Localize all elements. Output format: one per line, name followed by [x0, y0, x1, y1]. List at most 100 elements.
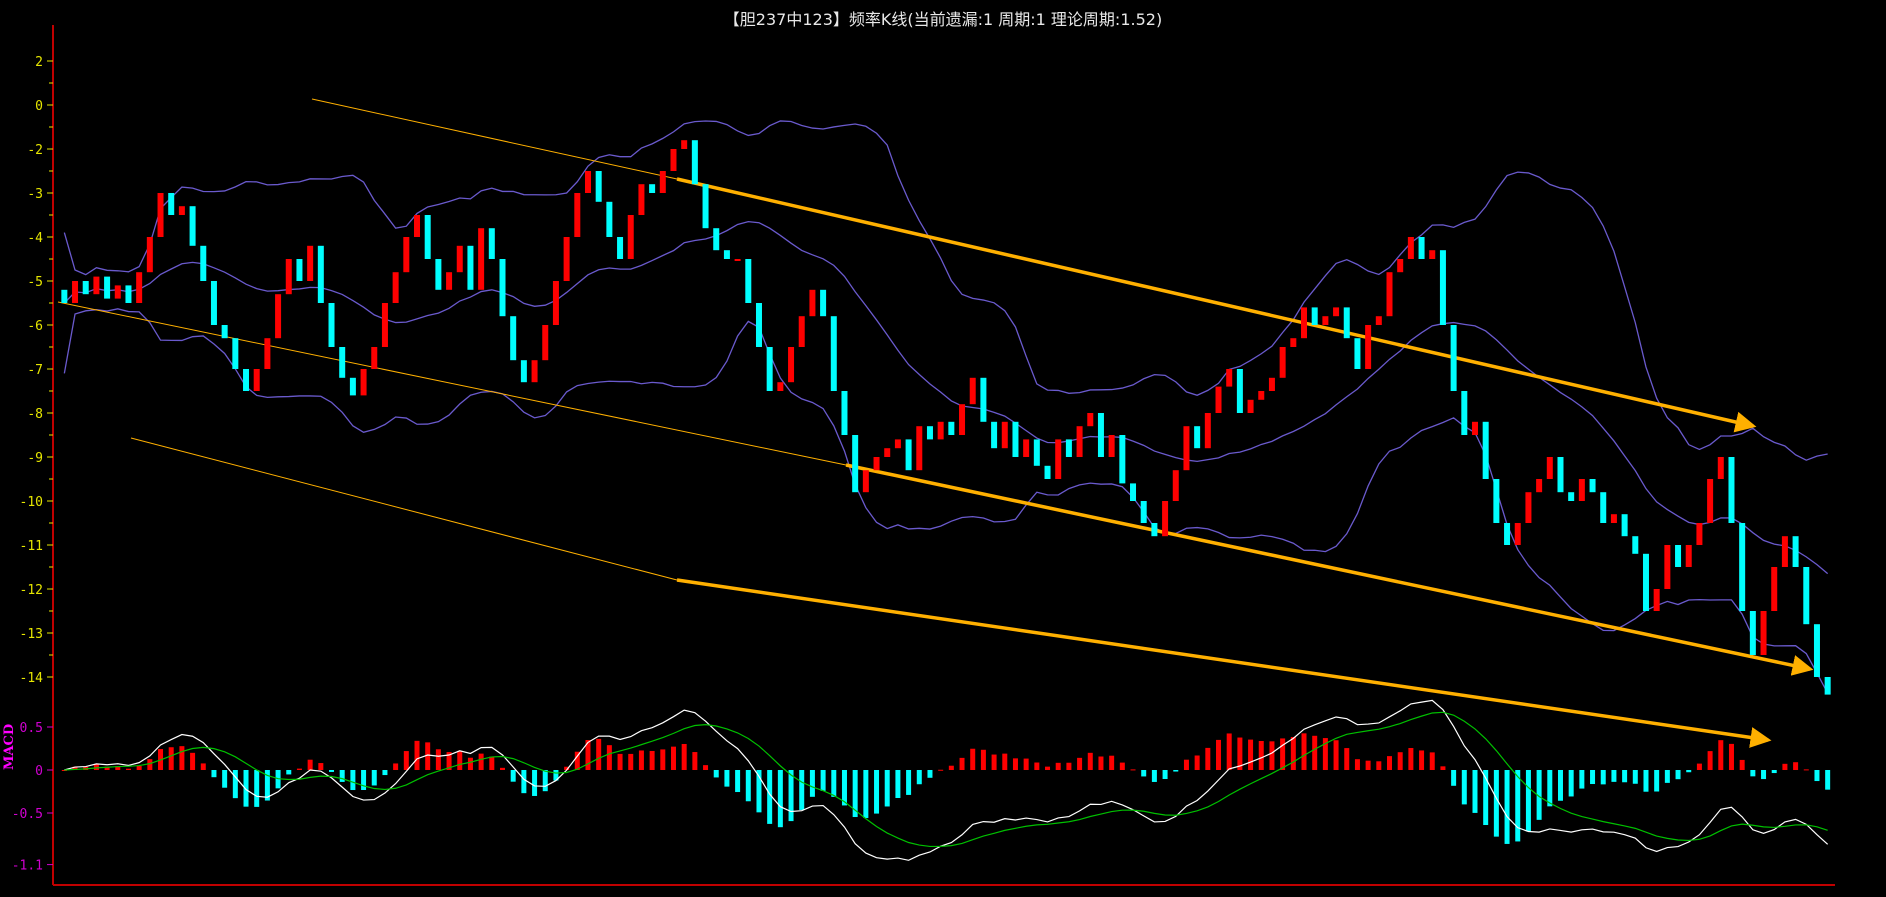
y-tick-label: -10: [20, 495, 43, 510]
macd-bar-negative: [1622, 770, 1628, 783]
macd-bar-negative: [286, 770, 292, 775]
candle-up: [627, 215, 634, 259]
macd-bar-negative: [1579, 770, 1585, 789]
candle-down: [745, 259, 752, 303]
candle-up: [542, 325, 549, 361]
candle-up: [1258, 391, 1265, 400]
candle-down: [852, 435, 859, 493]
macd-bar-negative: [1675, 770, 1681, 780]
candle-up: [1365, 325, 1372, 369]
candle-down: [499, 259, 506, 317]
candle-up: [1162, 501, 1169, 537]
macd-bar-positive: [1194, 755, 1200, 770]
macd-bar-negative: [1664, 770, 1670, 783]
macd-bar-positive: [1248, 739, 1254, 770]
candle-down: [755, 303, 762, 347]
candle-up: [136, 272, 143, 303]
candle-up: [93, 276, 100, 295]
macd-bar-negative: [521, 770, 527, 794]
macd-bar-positive: [168, 747, 174, 770]
candle-up: [563, 237, 570, 281]
candle-up: [916, 426, 923, 471]
macd-bar-positive: [1301, 733, 1307, 770]
macd-bar-negative: [1547, 770, 1553, 807]
macd-bar-positive: [1344, 748, 1350, 770]
candle-up: [414, 215, 421, 237]
macd-bar-positive: [393, 763, 399, 770]
macd-bar-positive: [1440, 766, 1446, 770]
macd-bar-negative: [329, 770, 335, 772]
macd-bar-positive: [681, 743, 687, 770]
candle-up: [1183, 426, 1190, 471]
macd-bar-positive: [1034, 762, 1040, 770]
macd-bar-positive: [638, 750, 644, 770]
candle-up: [1514, 523, 1521, 545]
macd-tick-label: 0: [35, 764, 43, 779]
candle-up: [681, 140, 688, 149]
candle-down: [1600, 492, 1607, 523]
candle-down: [1194, 426, 1201, 449]
candle-up: [584, 171, 591, 193]
macd-bar-negative: [1162, 770, 1168, 780]
candle-up: [937, 421, 944, 440]
macd-bar-negative: [532, 770, 538, 796]
macd-bar-positive: [1419, 750, 1425, 770]
candle-down: [1439, 250, 1446, 325]
candle-up: [392, 272, 399, 303]
macd-bar-negative: [350, 770, 356, 791]
macd-bar-negative: [1600, 770, 1606, 785]
candle-up: [862, 470, 869, 493]
candle-up: [1204, 413, 1211, 449]
candle-down: [649, 184, 656, 193]
candle-down: [905, 439, 912, 471]
candle-down: [830, 316, 837, 391]
candle-down: [691, 140, 698, 185]
candle-down: [1824, 677, 1831, 695]
candle-down: [125, 285, 132, 303]
candle-up: [1781, 536, 1788, 567]
macd-bar-positive: [1226, 733, 1232, 770]
y-tick-label: -9: [27, 451, 43, 466]
macd-bar-negative: [724, 770, 730, 787]
candle-up: [446, 272, 453, 290]
macd-bar-negative: [339, 770, 345, 782]
macd-bar-positive: [980, 749, 986, 770]
candle-down: [1792, 536, 1799, 567]
macd-bar-negative: [1611, 770, 1617, 782]
macd-bar-positive: [1087, 752, 1093, 770]
macd-bar-positive: [1728, 743, 1734, 770]
macd-bar-negative: [1141, 770, 1147, 777]
candle-down: [488, 228, 495, 259]
candle-up: [959, 404, 966, 435]
candle-up: [1696, 523, 1703, 545]
candle-up: [1055, 439, 1062, 479]
candle-down: [595, 171, 602, 202]
candle-down: [841, 391, 848, 435]
macd-bar-positive: [136, 765, 142, 770]
macd-bar-negative: [211, 770, 217, 778]
candle-up: [178, 206, 185, 215]
macd-bar-positive: [1023, 758, 1029, 770]
macd-tick-label: -1.1: [12, 859, 43, 874]
macd-bar-negative: [788, 770, 794, 822]
candle-down: [339, 347, 346, 378]
candle-up: [285, 259, 292, 295]
macd-bar-negative: [1461, 770, 1467, 805]
macd-bar-positive: [596, 738, 602, 770]
candle-down: [61, 289, 68, 303]
macd-bar-negative: [863, 770, 869, 819]
macd-bar-positive: [991, 754, 997, 770]
macd-bar-negative: [1557, 770, 1563, 801]
candle-up: [114, 285, 121, 299]
candle-down: [189, 206, 196, 246]
macd-bar-negative: [371, 770, 377, 786]
candle-up: [1685, 545, 1692, 567]
macd-bar-positive: [938, 769, 944, 771]
candle-down: [1354, 338, 1361, 369]
candle-up: [1076, 426, 1083, 457]
macd-bar-negative: [820, 770, 826, 791]
candle-down: [1621, 514, 1628, 537]
candle-up: [1322, 316, 1329, 325]
candle-up: [478, 228, 485, 290]
candle-down: [1739, 523, 1746, 611]
